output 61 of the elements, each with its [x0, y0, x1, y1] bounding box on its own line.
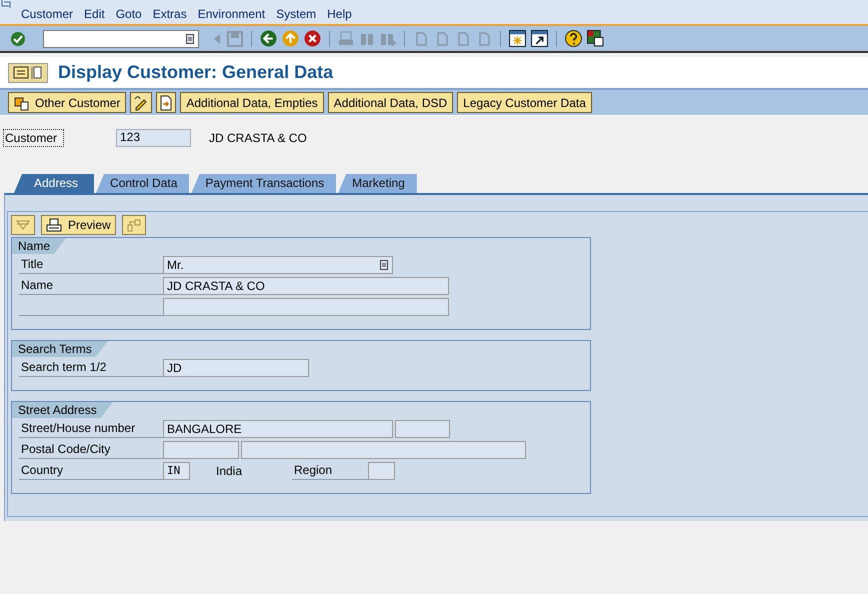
menu-item[interactable]: Environment	[198, 6, 266, 22]
menu-item[interactable]: Help	[327, 6, 352, 22]
print-icon[interactable]	[338, 30, 354, 46]
menu-item[interactable]: System	[276, 6, 316, 22]
triangle-left-icon[interactable]	[212, 32, 222, 46]
input-field[interactable]	[241, 440, 526, 458]
hierarchy-icon	[126, 218, 141, 232]
hierarchy-button[interactable]	[122, 215, 146, 235]
toolbar-button[interactable]: Additional Data, Empties	[180, 92, 324, 113]
input-field[interactable]	[163, 298, 449, 316]
back-icon[interactable]	[260, 30, 277, 47]
check-icon[interactable]	[10, 30, 26, 46]
input-field[interactable]	[368, 462, 395, 480]
list-icon	[380, 260, 388, 270]
menu-item[interactable]: Extras	[152, 6, 187, 22]
customer-number-field[interactable]: 123	[116, 129, 191, 147]
list-icon	[186, 34, 194, 44]
menu-item[interactable]: Goto	[116, 6, 142, 22]
triangle-down-icon	[16, 219, 30, 231]
menu-item[interactable]: Edit	[84, 6, 105, 22]
up-icon[interactable]	[282, 30, 299, 47]
shortcut-icon[interactable]	[531, 30, 548, 47]
country-name: India	[215, 464, 244, 478]
printer-icon	[46, 218, 62, 232]
input-field[interactable]: BANGALORE	[163, 420, 393, 438]
collapse-button[interactable]	[11, 215, 35, 235]
document-icon	[159, 94, 174, 110]
menu-item[interactable]: Customer	[21, 6, 74, 22]
screen-title: Display Customer: General Data	[58, 62, 334, 83]
pencil-button[interactable]	[130, 92, 152, 113]
other-customer-button[interactable]: Other Customer	[8, 92, 126, 113]
cancel-icon[interactable]	[304, 30, 321, 47]
field-label: Customer	[3, 129, 64, 147]
toolbar-button[interactable]: Legacy Customer Data	[457, 92, 592, 113]
customer-name: JD CRASTA & CO	[209, 131, 307, 145]
help-icon[interactable]	[565, 30, 582, 47]
pencil-icon	[133, 94, 150, 110]
command-field[interactable]	[43, 30, 199, 48]
save-icon[interactable]	[227, 30, 243, 46]
group-title: Search Terms	[12, 341, 108, 357]
input-field[interactable]	[395, 420, 450, 438]
squares-icon	[14, 94, 30, 110]
tab[interactable]: Address	[14, 174, 94, 193]
layout-icon[interactable]	[587, 30, 604, 47]
input-field[interactable]: IN	[163, 462, 190, 480]
tab[interactable]: Marketing	[338, 174, 417, 193]
preview-button[interactable]: Preview	[41, 215, 116, 235]
menu-icon	[13, 64, 43, 80]
new-window-icon[interactable]	[509, 30, 526, 47]
input-field[interactable]: JD	[163, 358, 309, 376]
input-field[interactable]	[163, 440, 239, 458]
tab[interactable]: Payment Transactions	[191, 174, 336, 193]
window-icon[interactable]	[1, 0, 11, 8]
dropdown-field[interactable]: Mr.	[163, 256, 393, 274]
input-field[interactable]: JD CRASTA & CO	[163, 276, 449, 294]
menu-button[interactable]	[8, 62, 48, 82]
group-title: Street Address	[12, 402, 113, 418]
group-title: Name	[12, 238, 66, 254]
tab[interactable]: Control Data	[96, 174, 190, 193]
toolbar-button[interactable]: Additional Data, DSD	[328, 92, 454, 113]
document-button[interactable]	[156, 92, 176, 113]
